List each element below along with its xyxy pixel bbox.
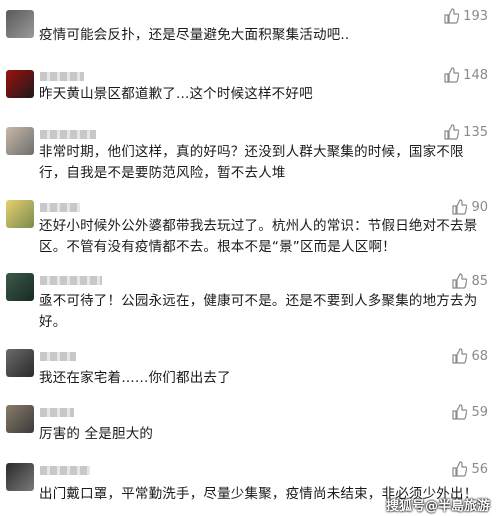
avatar[interactable] (6, 463, 34, 491)
like-button[interactable]: 193 (443, 8, 488, 24)
comment-text: 还好小时候外公外婆都带我去玩过了。杭州人的常识：节假日绝对不去景区。不管有没有疫… (39, 218, 478, 255)
like-count: 68 (471, 348, 488, 364)
avatar[interactable] (6, 127, 34, 155)
nickname-blurred (40, 203, 80, 212)
comment-text: 昨天黄山景区都道歉了...这个时候这样不好吧 (39, 86, 313, 102)
comment-item: 193 疫情可能会反扑，还是尽量避免大面积聚集活动吧.. (0, 0, 500, 60)
like-button[interactable]: 56 (451, 461, 488, 477)
nickname-blurred (40, 276, 102, 285)
avatar[interactable] (6, 10, 34, 38)
comment-text: 我还在家宅着……你们都出去了 (39, 370, 231, 386)
nickname-blurred (40, 72, 84, 81)
like-count: 148 (463, 67, 488, 83)
comment-item: 148 昨天黄山景区都道歉了...这个时候这样不好吧 (0, 60, 500, 122)
like-count: 90 (471, 199, 488, 215)
nickname-blurred (40, 130, 96, 139)
like-button[interactable]: 59 (451, 404, 488, 420)
thumbs-up-icon (444, 8, 460, 24)
watermark: 搜狐号@半島旅游 (385, 499, 490, 514)
comment-item: 85 亟不可待了！公园永远在，健康可不是。还是不要到人多聚集的地方去为好。 (0, 268, 500, 344)
avatar[interactable] (6, 405, 34, 433)
avatar[interactable] (6, 349, 34, 377)
like-button[interactable]: 85 (451, 273, 488, 289)
thumbs-up-icon (444, 124, 460, 140)
comment-item: 59 厉害的 全是胆大的 (0, 399, 500, 455)
thumbs-up-icon (452, 199, 468, 215)
like-button[interactable]: 90 (451, 199, 488, 215)
like-button[interactable]: 135 (443, 124, 488, 140)
thumbs-up-icon (444, 67, 460, 83)
comment-text: 亟不可待了！公园永远在，健康可不是。还是不要到人多聚集的地方去为好。 (39, 293, 478, 330)
comment-text: 非常时期，他们这样，真的好吗？还没到人群大聚集的时候，国家不限行，自我是不是要防… (39, 144, 464, 181)
comment-item: 90 还好小时候外公外婆都带我去玩过了。杭州人的常识：节假日绝对不去景区。不管有… (0, 196, 500, 268)
thumbs-up-icon (452, 348, 468, 364)
thumbs-up-icon (452, 461, 468, 477)
comment-item: 135 非常时期，他们这样，真的好吗？还没到人群大聚集的时候，国家不限行，自我是… (0, 122, 500, 196)
like-count: 56 (471, 461, 488, 477)
avatar[interactable] (6, 200, 34, 228)
like-count: 193 (463, 8, 488, 24)
avatar[interactable] (6, 273, 34, 301)
like-button[interactable]: 148 (443, 67, 488, 83)
like-count: 59 (471, 404, 488, 420)
like-count: 135 (463, 124, 488, 140)
nickname-blurred (40, 408, 74, 417)
avatar[interactable] (6, 70, 34, 98)
thumbs-up-icon (452, 404, 468, 420)
comment-item: 68 我还在家宅着……你们都出去了 (0, 344, 500, 399)
like-button[interactable]: 68 (451, 348, 488, 364)
thumbs-up-icon (452, 273, 468, 289)
comment-text: 厉害的 全是胆大的 (39, 426, 154, 442)
nickname-blurred (40, 352, 76, 361)
like-count: 85 (471, 273, 488, 289)
nickname-blurred (40, 466, 90, 475)
comment-text: 疫情可能会反扑，还是尽量避免大面积聚集活动吧.. (39, 27, 350, 43)
